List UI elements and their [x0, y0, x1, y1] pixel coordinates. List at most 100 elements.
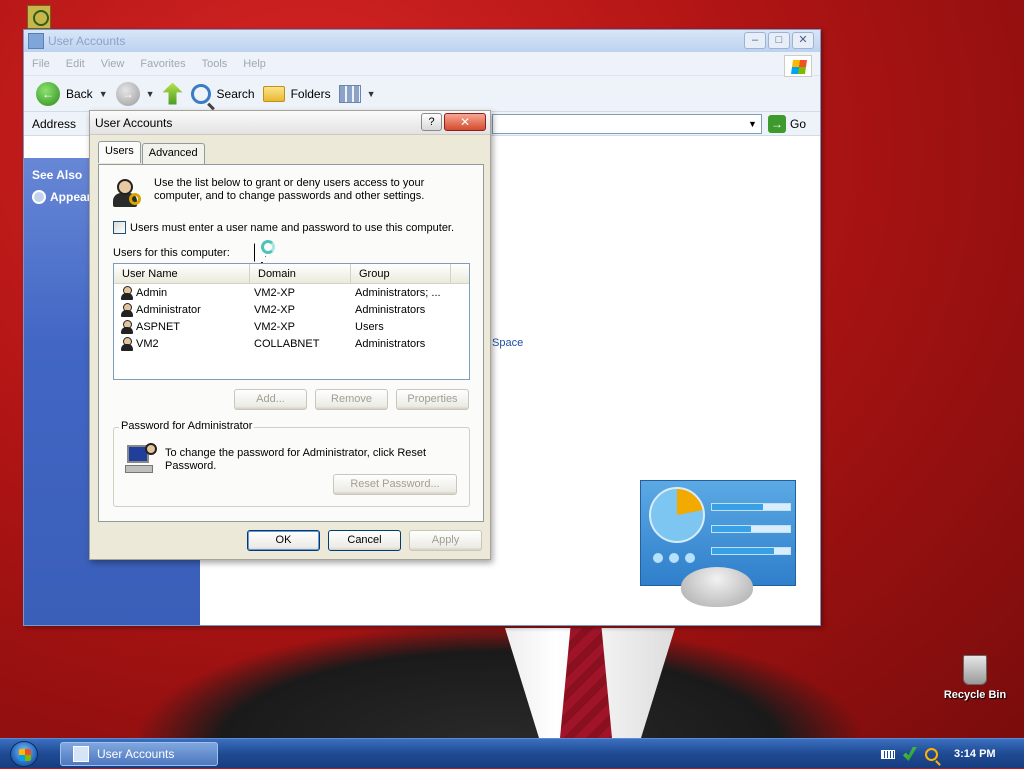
explorer-title-bar[interactable]: User Accounts – □ ✕ — [24, 30, 820, 52]
user-name-cell: Administrator — [136, 303, 201, 316]
user-name-cell: ASPNET — [136, 320, 181, 333]
menu-view[interactable]: View — [101, 58, 125, 70]
menu-file[interactable]: File — [32, 58, 50, 70]
illustration-bar — [711, 547, 791, 555]
explorer-title: User Accounts — [48, 34, 126, 48]
content-link[interactable]: Space — [492, 337, 523, 349]
user-domain-cell: VM2-XP — [254, 303, 295, 316]
table-row[interactable]: ASPNET VM2-XP Users — [114, 318, 469, 335]
require-login-label: Users must enter a user name and passwor… — [130, 221, 455, 234]
search-icon[interactable] — [925, 747, 938, 761]
user-name-cell: VM2 — [136, 337, 159, 350]
desktop-shortcut-icon[interactable] — [27, 5, 51, 29]
help-button[interactable]: ? — [421, 113, 442, 131]
reset-password-button[interactable]: Reset Password... — [333, 474, 457, 495]
dialog-close-button[interactable]: ✕ — [444, 113, 486, 131]
appearance-link[interactable]: Appear — [32, 190, 91, 204]
standard-toolbar: ← Back ▼ → ▼ Search Folders ▼ — [24, 76, 820, 112]
user-group-cell: Administrators — [355, 337, 426, 350]
ok-button[interactable]: OK — [247, 530, 320, 551]
start-button[interactable] — [10, 741, 38, 767]
tab-advanced[interactable]: Advanced — [141, 143, 205, 165]
forward-arrow-icon: → — [115, 81, 140, 106]
folder-icon — [262, 85, 285, 102]
dialog-title: User Accounts — [95, 115, 173, 130]
minimize-button[interactable]: – — [744, 32, 766, 49]
close-button[interactable]: ✕ — [792, 32, 814, 49]
forward-button[interactable]: → ▼ — [115, 81, 155, 106]
maximize-button[interactable]: □ — [768, 32, 790, 49]
taskbar: User Accounts 3:14 PM — [0, 738, 1024, 768]
mouse-icon — [681, 567, 753, 607]
properties-button[interactable]: Properties — [396, 389, 469, 410]
user-domain-cell: COLLABNET — [254, 337, 320, 350]
appearance-label: Appear — [50, 190, 92, 204]
list-header: User Name Domain Group — [114, 264, 469, 284]
up-folder-icon — [162, 82, 183, 105]
back-dropdown-icon[interactable]: ▼ — [99, 89, 108, 99]
password-group-label: Password for Administrator — [119, 420, 255, 432]
address-dropdown-icon[interactable]: ▼ — [744, 115, 761, 133]
recycle-bin[interactable]: Recycle Bin — [940, 655, 1010, 701]
appearance-icon — [32, 190, 46, 204]
folders-label: Folders — [290, 86, 331, 101]
busy-spinner-icon — [261, 240, 275, 254]
user-icon — [120, 285, 134, 300]
address-label: Address — [32, 116, 77, 131]
network-icon[interactable] — [903, 747, 917, 761]
column-domain[interactable]: Domain — [250, 264, 351, 283]
menu-help[interactable]: Help — [243, 58, 266, 70]
require-login-option[interactable]: Users must enter a user name and passwor… — [113, 221, 454, 234]
add-user-button[interactable]: Add... — [234, 389, 307, 410]
users-list[interactable]: User Name Domain Group Admin VM2-XP Admi… — [113, 263, 470, 380]
address-input[interactable]: ▼ — [492, 114, 762, 134]
user-icon — [120, 302, 134, 317]
apply-button[interactable]: Apply — [409, 530, 482, 551]
remove-user-button[interactable]: Remove — [315, 389, 388, 410]
taskbar-item-label: User Accounts — [97, 747, 175, 761]
user-icon — [120, 336, 134, 351]
clock[interactable]: 3:14 PM — [954, 748, 996, 760]
system-tray: 3:14 PM — [875, 739, 1024, 769]
require-login-checkbox[interactable] — [113, 221, 126, 234]
tab-users[interactable]: Users — [98, 141, 141, 163]
menu-tools[interactable]: Tools — [202, 58, 228, 70]
go-button[interactable]: → Go — [767, 115, 806, 133]
views-button[interactable]: ▼ — [338, 84, 376, 103]
taskbar-item-user-accounts[interactable]: User Accounts — [60, 742, 218, 766]
users-key-icon — [111, 177, 143, 209]
dialog-tabs: Users Advanced — [98, 141, 206, 165]
user-accounts-dialog: User Accounts ? ✕ Users Advanced Use the… — [89, 110, 491, 560]
column-user-name[interactable]: User Name — [114, 264, 250, 283]
folders-button[interactable]: Folders — [262, 85, 331, 102]
keyboard-icon[interactable] — [881, 749, 895, 759]
search-button[interactable]: Search — [190, 83, 255, 104]
pie-chart-icon — [649, 487, 705, 543]
user-domain-cell: VM2-XP — [254, 320, 295, 333]
column-group[interactable]: Group — [351, 264, 451, 283]
dialog-title-bar[interactable]: User Accounts ? ✕ — [90, 111, 490, 135]
illustration-bar — [711, 525, 791, 533]
search-icon — [190, 83, 211, 104]
back-button[interactable]: ← Back ▼ — [36, 81, 108, 106]
up-button[interactable] — [162, 82, 183, 105]
table-row[interactable]: Administrator VM2-XP Administrators — [114, 301, 469, 318]
forward-dropdown-icon[interactable]: ▼ — [146, 89, 155, 99]
user-group-cell: Users — [355, 320, 384, 333]
table-row[interactable]: Admin VM2-XP Administrators; ... — [114, 284, 469, 301]
users-list-label: Users for this computer: — [113, 247, 230, 259]
table-row[interactable]: VM2 COLLABNET Administrators — [114, 335, 469, 352]
control-panel-illustration-icon — [640, 480, 796, 607]
menu-bar: File Edit View Favorites Tools Help — [24, 52, 820, 76]
computer-user-icon — [125, 443, 159, 475]
cancel-button[interactable]: Cancel — [328, 530, 401, 551]
user-icon — [120, 319, 134, 334]
menu-edit[interactable]: Edit — [66, 58, 85, 70]
user-group-cell: Administrators — [355, 303, 426, 316]
menu-favorites[interactable]: Favorites — [140, 58, 185, 70]
illustration-bar — [711, 503, 791, 511]
views-dropdown-icon: ▼ — [366, 88, 376, 99]
users-tab-panel: Use the list below to grant or deny user… — [98, 164, 484, 522]
recycle-bin-icon — [963, 655, 987, 685]
user-accounts-icon — [73, 746, 89, 762]
